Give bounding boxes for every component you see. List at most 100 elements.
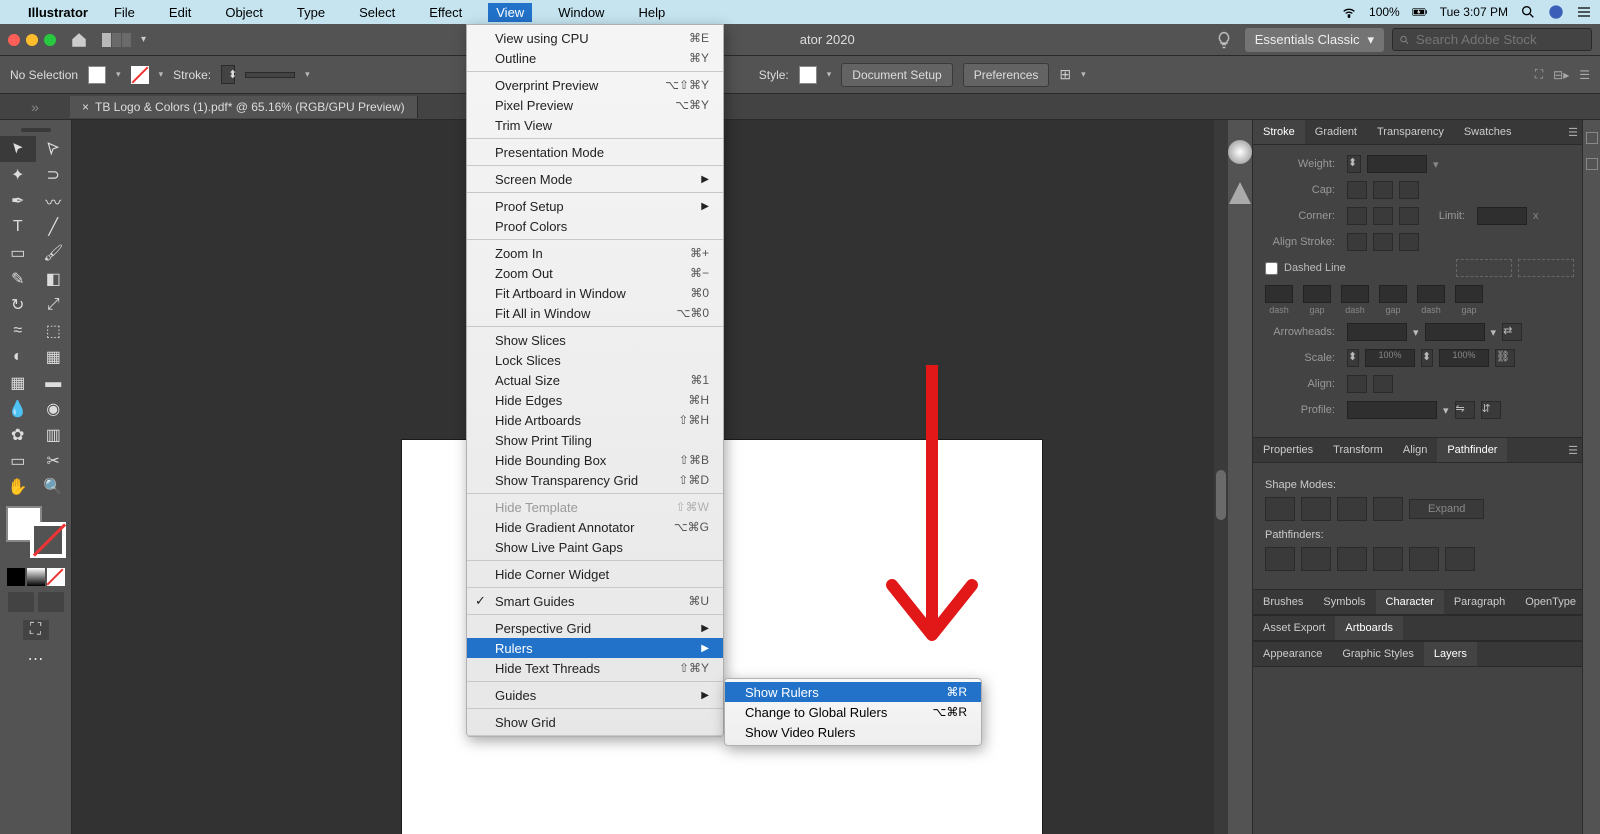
dash-align[interactable] [1518, 259, 1574, 277]
corner-round[interactable] [1373, 207, 1393, 225]
perspective-tool[interactable]: ▦ [36, 344, 72, 370]
home-icon[interactable] [70, 31, 88, 49]
stroke-swatch[interactable] [131, 66, 149, 84]
menu-effect[interactable]: Effect [421, 3, 470, 22]
rectangle-tool[interactable]: ▭ [0, 240, 36, 266]
chevron-down-icon[interactable]: ▾ [141, 34, 146, 45]
flip-along[interactable]: ⇋ [1455, 401, 1475, 419]
corner-bevel[interactable] [1399, 207, 1419, 225]
menu-item[interactable]: Hide Bounding Box⇧⌘B [467, 450, 723, 470]
paintbrush-tool[interactable]: 🖌 [36, 240, 72, 266]
fill-stroke-indicator[interactable] [6, 506, 66, 558]
outline-pf[interactable] [1409, 547, 1439, 571]
type-tool[interactable]: T [0, 214, 36, 240]
menu-item[interactable]: Hide Artboards⇧⌘H [467, 410, 723, 430]
chevron-down-icon[interactable]: ▾ [159, 69, 164, 80]
minus-back[interactable] [1445, 547, 1475, 571]
scale-stepper[interactable]: ⬍ [1421, 349, 1433, 367]
minus-front[interactable] [1301, 497, 1331, 521]
chevron-down-icon[interactable]: ▾ [1443, 404, 1449, 417]
cap-round[interactable] [1373, 181, 1393, 199]
submenu-item[interactable]: Show Video Rulers [725, 722, 981, 742]
scale-stepper[interactable]: ⬍ [1347, 349, 1359, 367]
edit-toolbar[interactable]: ⋯ [18, 646, 54, 672]
symbol-sprayer-tool[interactable]: ✿ [0, 422, 36, 448]
menu-item[interactable]: Zoom In⌘+ [467, 243, 723, 263]
width-tool[interactable]: ≈ [0, 318, 36, 344]
scale-end[interactable]: 100% [1439, 349, 1489, 367]
control-center-icon[interactable] [1576, 4, 1592, 20]
close-button[interactable] [8, 34, 20, 46]
menu-item[interactable]: Outline⌘Y [467, 48, 723, 68]
tab-brushes[interactable]: Brushes [1253, 590, 1313, 614]
color-guide-icon[interactable] [1229, 182, 1251, 204]
menu-item[interactable]: Screen Mode▶ [467, 169, 723, 189]
menu-select[interactable]: Select [351, 3, 403, 22]
tab-layers[interactable]: Layers [1424, 642, 1477, 666]
document-setup-button[interactable]: Document Setup [841, 63, 952, 87]
gradient-tool[interactable]: ▬ [36, 370, 72, 396]
free-transform-tool[interactable]: ⬚ [36, 318, 72, 344]
chevron-down-icon[interactable]: ▾ [1491, 326, 1497, 339]
intersect[interactable] [1337, 497, 1367, 521]
direct-selection-tool[interactable] [36, 136, 72, 162]
menu-item[interactable]: Proof Colors [467, 216, 723, 236]
menu-item[interactable]: Show Print Tiling [467, 430, 723, 450]
tab-swatches[interactable]: Swatches [1454, 120, 1522, 144]
stroke-weight-input[interactable] [245, 72, 295, 78]
shaper-tool[interactable]: ✎ [0, 266, 36, 292]
snap-icon[interactable]: ⛶ [1535, 67, 1543, 82]
magic-wand-tool[interactable]: ✦ [0, 162, 36, 188]
menu-edit[interactable]: Edit [161, 3, 199, 22]
arrow-align-tip[interactable] [1347, 375, 1367, 393]
merge[interactable] [1337, 547, 1367, 571]
artboard-tool[interactable]: ▭ [0, 448, 36, 474]
eraser-tool[interactable]: ◧ [36, 266, 72, 292]
menu-item[interactable]: Show Live Paint Gaps [467, 537, 723, 557]
panel-icon[interactable] [1586, 132, 1598, 144]
menu-item[interactable]: Rulers▶ [467, 638, 723, 658]
spotlight-icon[interactable] [1520, 4, 1536, 20]
menu-item[interactable]: Proof Setup▶ [467, 196, 723, 216]
chevron-down-icon[interactable]: ▾ [1413, 326, 1419, 339]
vertical-scrollbar[interactable] [1214, 120, 1228, 834]
siri-icon[interactable] [1548, 4, 1564, 20]
tab-stroke[interactable]: Stroke [1253, 120, 1305, 144]
menu-window[interactable]: Window [550, 3, 612, 22]
submenu-item[interactable]: Change to Global Rulers⌥⌘R [725, 702, 981, 722]
exclude[interactable] [1373, 497, 1403, 521]
column-graph-tool[interactable]: ▥ [36, 422, 72, 448]
hand-tool[interactable]: ✋ [0, 474, 36, 500]
tab-character[interactable]: Character [1376, 590, 1444, 614]
pen-tool[interactable]: ✒ [0, 188, 36, 214]
shape-builder-tool[interactable]: ◐ [0, 344, 36, 370]
submenu-item[interactable]: Show Rulers⌘R [725, 682, 981, 702]
gap-input-1[interactable] [1379, 285, 1407, 303]
scale-tool[interactable]: ⤢ [36, 292, 72, 318]
menu-item[interactable]: Hide Gradient Annotator⌥⌘G [467, 517, 723, 537]
menu-item[interactable]: Show Transparency Grid⇧⌘D [467, 470, 723, 490]
minimize-button[interactable] [26, 34, 38, 46]
menu-item[interactable]: Guides▶ [467, 685, 723, 705]
eyedropper-tool[interactable]: 💧 [0, 396, 36, 422]
wifi-icon[interactable] [1341, 4, 1357, 20]
screen-mode-button[interactable]: ⛶ [23, 620, 49, 640]
arrange-documents[interactable] [102, 33, 131, 47]
menu-item[interactable]: Zoom Out⌘− [467, 263, 723, 283]
tab-artboards[interactable]: Artboards [1335, 616, 1403, 640]
curvature-tool[interactable]: 〰 [36, 188, 72, 214]
lasso-tool[interactable]: ⊃ [36, 162, 72, 188]
panel-menu-icon[interactable]: ☰ [1579, 68, 1590, 82]
draw-behind[interactable] [38, 592, 64, 612]
tab-paragraph[interactable]: Paragraph [1444, 590, 1515, 614]
selection-tool[interactable] [0, 136, 36, 162]
menu-view[interactable]: View [488, 3, 532, 22]
chevron-down-icon[interactable]: ▾ [1433, 158, 1439, 171]
tab-opentype[interactable]: OpenType [1515, 590, 1586, 614]
color-panel-icon[interactable] [1228, 140, 1252, 164]
tab-asset-export[interactable]: Asset Export [1253, 616, 1335, 640]
cap-projecting[interactable] [1399, 181, 1419, 199]
gradient-mode[interactable] [27, 568, 45, 586]
menu-item[interactable]: Fit All in Window⌥⌘0 [467, 303, 723, 323]
color-mode[interactable] [7, 568, 25, 586]
